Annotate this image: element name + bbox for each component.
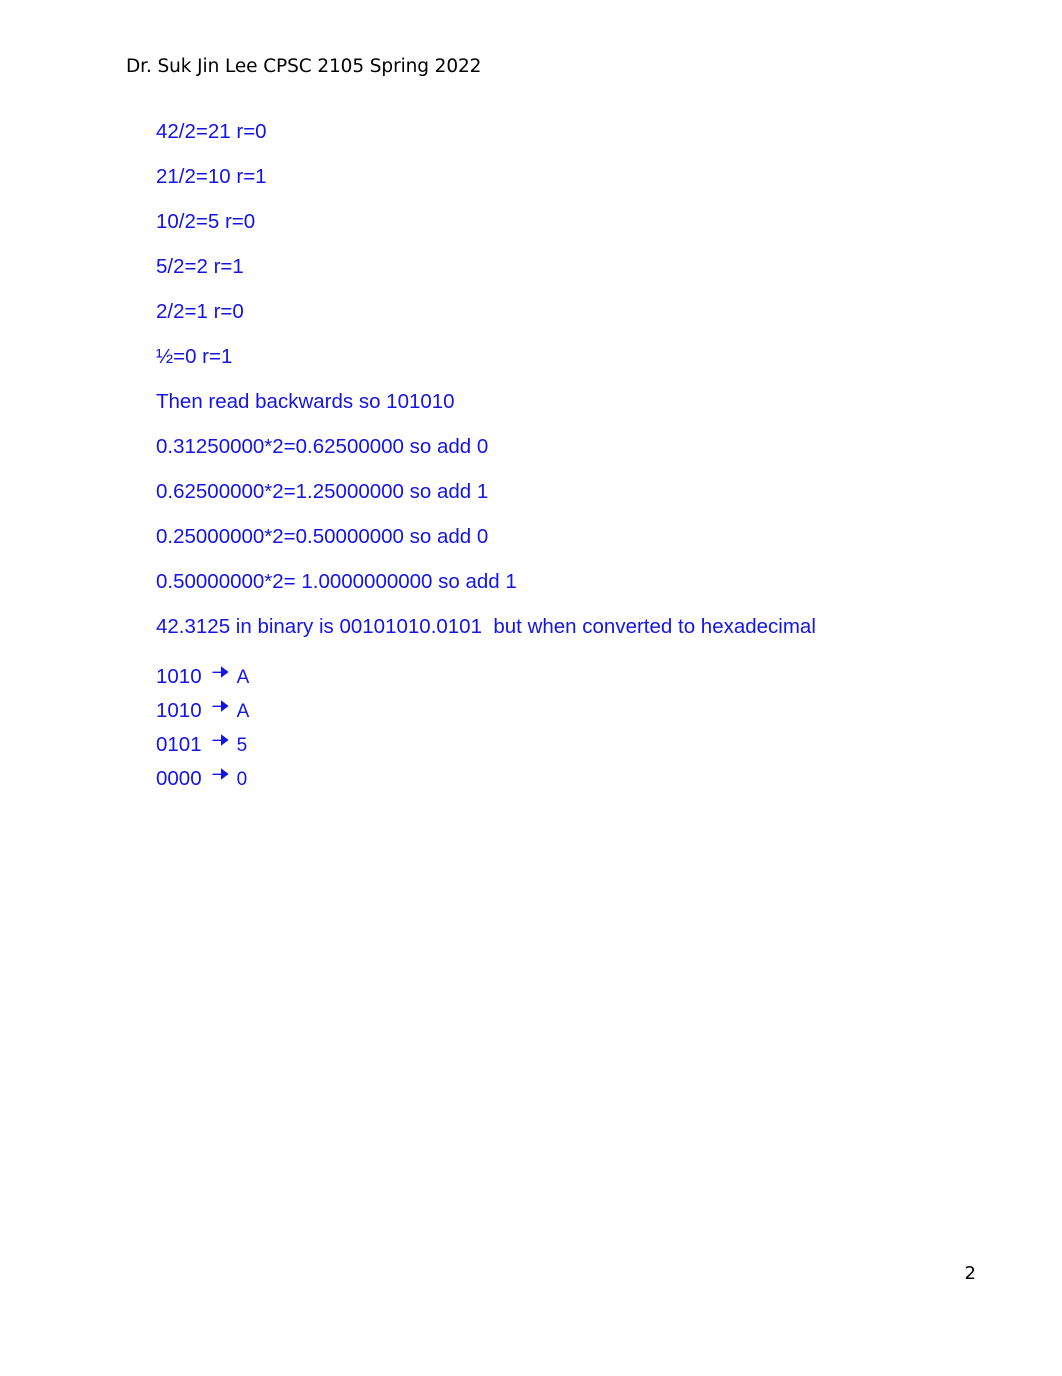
binary-summary-line: 42.3125 in binary is 00101010.0101 but w… bbox=[156, 615, 816, 638]
document-page: Dr. Suk Jin Lee CPSC 2105 Spring 2022 42… bbox=[0, 0, 1062, 1376]
right-arrow-icon bbox=[211, 696, 230, 715]
document-header: Dr. Suk Jin Lee CPSC 2105 Spring 2022 bbox=[126, 56, 482, 77]
division-step-line: 21/2=10 r=1 bbox=[156, 165, 267, 188]
nibble-map-row: 1010 A bbox=[156, 660, 976, 694]
page-number: 2 bbox=[964, 1263, 976, 1284]
nibble-hex-value: 0 bbox=[236, 769, 248, 790]
division-step-line: 2/2=1 r=0 bbox=[156, 300, 244, 323]
nibble-map-row: 0101 5 bbox=[156, 728, 976, 762]
nibble-hex-value: A bbox=[236, 701, 250, 722]
division-step-line: 10/2=5 r=0 bbox=[156, 210, 256, 233]
nibble-binary-value: 0101 bbox=[156, 733, 202, 756]
read-backwards-note: Then read backwards so 101010 bbox=[156, 390, 455, 413]
right-arrow-icon bbox=[211, 662, 230, 681]
multiplication-step-line: 0.50000000*2= 1.0000000000 so add 1 bbox=[156, 570, 517, 593]
division-step-line: ½=0 r=1 bbox=[156, 345, 233, 368]
nibble-map-row: 0000 0 bbox=[156, 762, 976, 796]
division-step-line: 42/2=21 r=0 bbox=[156, 120, 267, 143]
nibble-map-row: 1010 A bbox=[156, 694, 976, 728]
division-step-line: 5/2=2 r=1 bbox=[156, 255, 244, 278]
document-body: 42/2=21 r=0 21/2=10 r=1 10/2=5 r=0 5/2=2… bbox=[156, 120, 976, 796]
nibble-binary-value: 1010 bbox=[156, 699, 202, 722]
nibble-to-hex-map: 1010 A 1010 A 0101 5 0000 0 bbox=[156, 660, 976, 796]
nibble-binary-value: 0000 bbox=[156, 767, 202, 790]
nibble-hex-value: A bbox=[236, 667, 250, 688]
nibble-binary-value: 1010 bbox=[156, 665, 202, 688]
multiplication-step-line: 0.31250000*2=0.62500000 so add 0 bbox=[156, 435, 489, 458]
multiplication-step-line: 0.62500000*2=1.25000000 so add 1 bbox=[156, 480, 489, 503]
right-arrow-icon bbox=[211, 730, 230, 749]
right-arrow-icon bbox=[211, 764, 230, 783]
nibble-hex-value: 5 bbox=[236, 735, 248, 756]
multiplication-step-line: 0.25000000*2=0.50000000 so add 0 bbox=[156, 525, 489, 548]
